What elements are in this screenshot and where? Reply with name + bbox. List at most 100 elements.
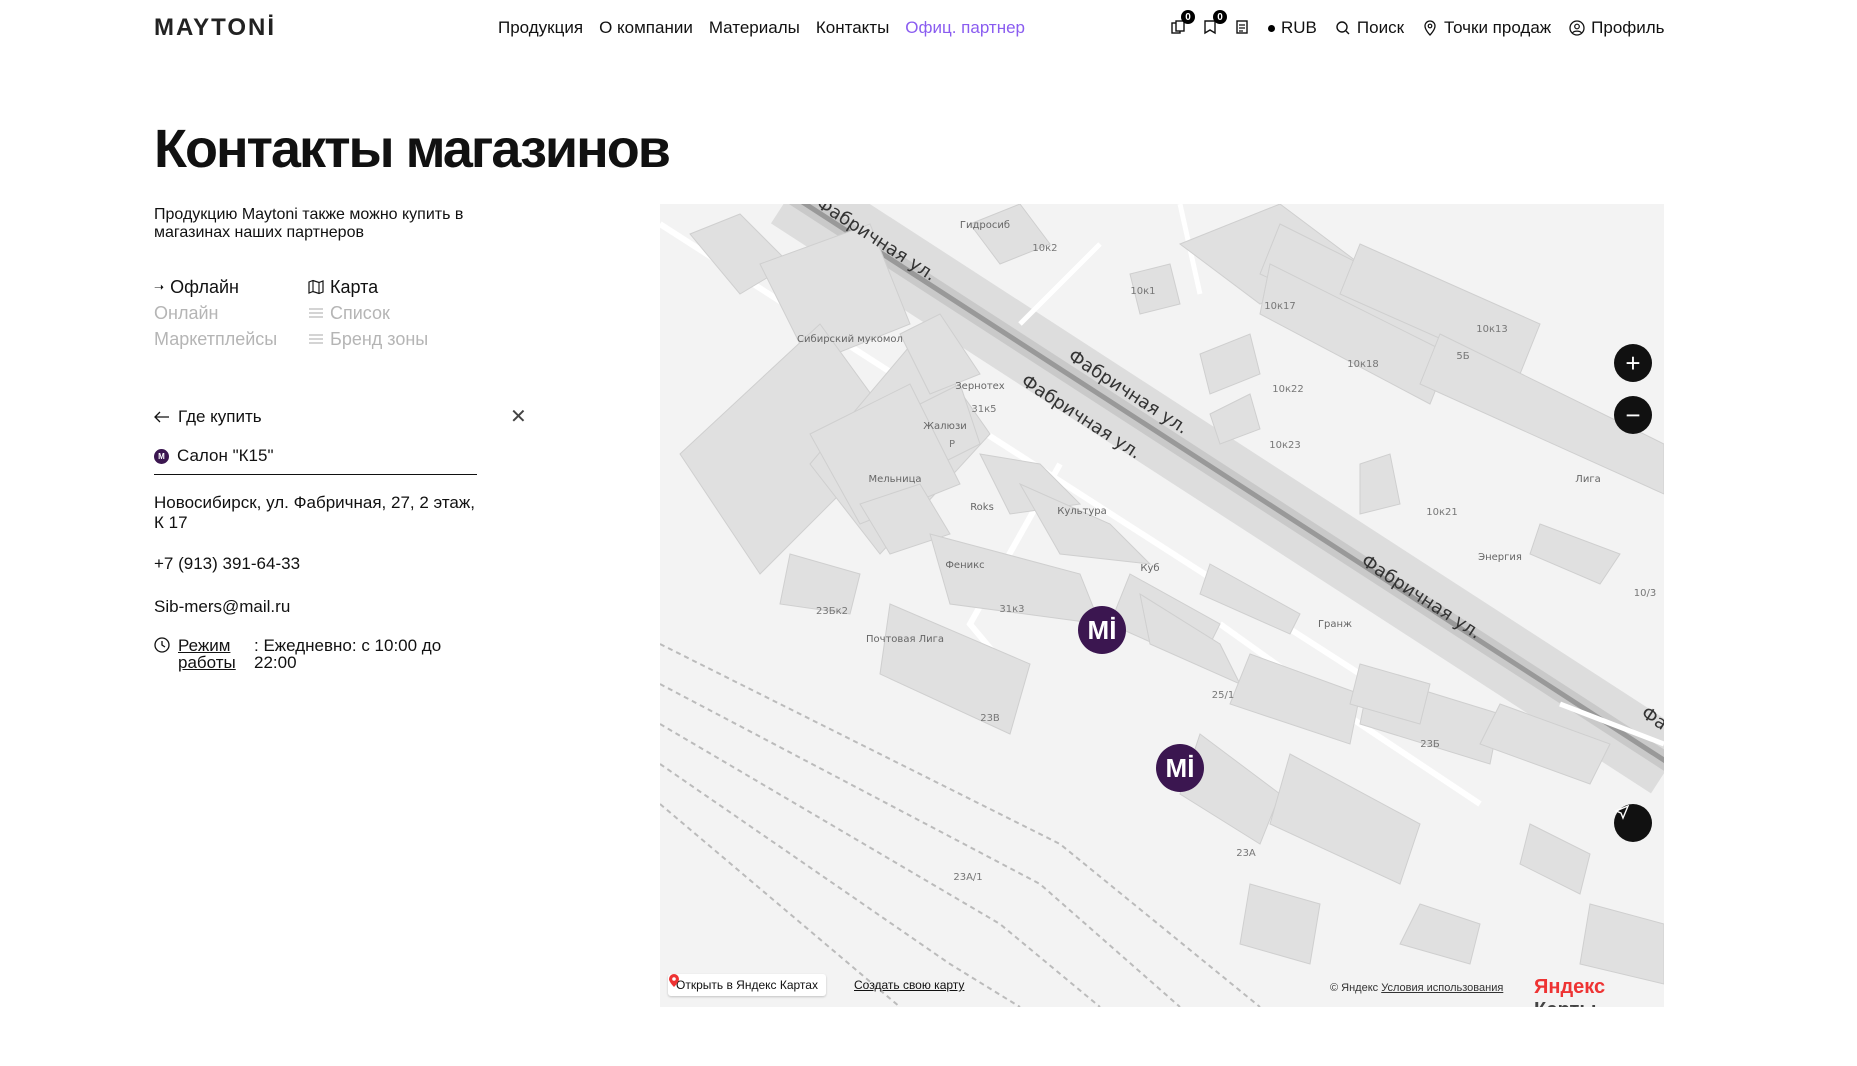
poi-label: Почтовая Лига	[866, 634, 944, 645]
building-number: 10к13	[1476, 324, 1508, 335]
poi-label: Культура	[1057, 506, 1107, 517]
map-copyright: © Яндекс Условия использования	[1330, 982, 1503, 994]
header-icons: 0 0	[1167, 10, 1253, 38]
tab-offline[interactable]: ➝ Офлайн	[154, 274, 277, 300]
poi-label: Зернотех	[955, 381, 1005, 392]
store-hours: Режим работы : Ежедневно: с 10:00 до 22:…	[154, 637, 444, 671]
logo-part-b: Карты	[1534, 999, 1596, 1007]
building-number: 10к22	[1272, 384, 1304, 395]
store-email[interactable]: Sib-mers@mail.ru	[154, 597, 290, 617]
building-number: 10к23	[1269, 440, 1301, 451]
building-number: 10к17	[1264, 301, 1296, 312]
nav-about[interactable]: О компании	[599, 18, 693, 38]
header-right: RUB Поиск Точки продаж Профиль	[1268, 18, 1665, 38]
points-label: Точки продаж	[1444, 18, 1552, 37]
search-icon	[1336, 21, 1350, 35]
list-icon	[309, 308, 323, 318]
map-canvas[interactable]: Фабричная ул. Фабричная ул. Фабричная ул…	[660, 204, 1664, 1007]
tab-brand-zones-label: Бренд зоны	[330, 329, 429, 349]
main-nav: Продукция О компании Материалы Контакты …	[498, 18, 1025, 38]
nav-materials[interactable]: Материалы	[709, 18, 800, 38]
yandex-maps-logo[interactable]: Яндекс Карты	[1534, 976, 1664, 1007]
zoom-out-button[interactable]: −	[1614, 396, 1652, 434]
poi-label: Гранж	[1318, 619, 1352, 630]
nav-contacts[interactable]: Контакты	[816, 18, 889, 38]
store-marker[interactable]: Mİ	[1156, 744, 1204, 792]
store-address: Новосибирск, ул. Фабричная, 27, 2 этаж, …	[154, 493, 475, 532]
building-number: 23А/1	[953, 872, 982, 883]
poi-label: Куб	[1140, 563, 1159, 574]
tab-brand-zones[interactable]: Бренд зоны	[308, 326, 428, 352]
poi-label: Мельница	[868, 474, 921, 485]
tab-list-label: Список	[330, 303, 390, 323]
points-of-sale-link[interactable]: Точки продаж	[1422, 18, 1551, 38]
arrow-right-icon: ➝	[154, 280, 165, 294]
building-number: 23А	[1236, 848, 1256, 859]
nav-products[interactable]: Продукция	[498, 18, 583, 38]
building-number: 23В	[980, 713, 1000, 724]
profile-link[interactable]: Профиль	[1569, 18, 1665, 38]
search-label: Поиск	[1356, 18, 1405, 37]
poi-label: Феникс	[945, 560, 984, 571]
create-map-link[interactable]: Создать свою карту	[854, 978, 964, 992]
tab-online[interactable]: Онлайн	[154, 300, 277, 326]
store-name-field: M Салон "К15"	[154, 446, 477, 475]
page-title: Контакты магазинов	[154, 119, 671, 179]
hours-label: Режим работы	[178, 636, 236, 672]
favorites-badge: 0	[1213, 10, 1227, 24]
list-icon	[309, 334, 323, 344]
hours-value: : Ежедневно: с 10:00 до 22:00	[254, 636, 442, 672]
building-number: 10к21	[1426, 507, 1458, 518]
store-phone[interactable]: +7 (913) 391-64-33	[154, 554, 300, 574]
building-number: Р	[949, 439, 955, 450]
hours-link[interactable]: Режим работы	[154, 637, 254, 671]
tab-list[interactable]: Список	[308, 300, 428, 326]
profile-label: Профиль	[1591, 18, 1665, 37]
favorites-icon[interactable]: 0	[1199, 10, 1227, 38]
building-number: 25/1	[1212, 690, 1234, 701]
building-number: 10к2	[1032, 243, 1057, 254]
tab-offline-label: Офлайн	[170, 277, 239, 297]
poi-label: Энергия	[1478, 552, 1522, 563]
map-pin-icon	[669, 974, 679, 987]
zoom-in-button[interactable]: +	[1614, 344, 1652, 382]
currency-dot-icon	[1268, 24, 1275, 32]
logo[interactable]: MAYTONİ	[154, 14, 276, 42]
store-map[interactable]: Фабричная ул. Фабричная ул. Фабричная ул…	[660, 204, 1664, 1007]
poi-label: Жалюзи	[923, 421, 967, 432]
close-icon[interactable]: ✕	[510, 404, 527, 429]
terms-link[interactable]: Условия использования	[1381, 982, 1503, 994]
building-number: 10к1	[1130, 286, 1155, 297]
back-where-to-buy[interactable]: Где купить	[154, 407, 262, 427]
compare-icon[interactable]: 0	[1167, 10, 1195, 38]
arrow-left-icon	[154, 411, 169, 423]
poi-label: Roks	[970, 502, 994, 513]
poi-label: Сибирский мукомол	[797, 334, 903, 345]
navigation-arrow-icon	[1614, 804, 1630, 820]
tab-map[interactable]: Карта	[308, 274, 428, 300]
store-name: Салон "К15"	[177, 446, 274, 465]
back-label: Где купить	[178, 407, 262, 426]
building-number: 10/3	[1634, 588, 1656, 599]
building-number: 23Б	[1420, 739, 1440, 750]
user-icon	[1569, 20, 1585, 36]
building-number: 31к5	[971, 404, 996, 415]
search-button[interactable]: Поиск	[1335, 18, 1404, 38]
open-in-yandex-button[interactable]: Открыть в Яндекс Картах	[668, 974, 826, 996]
building-number: 5Б	[1456, 351, 1469, 362]
nav-official-partner[interactable]: Офиц. партнер	[905, 18, 1025, 38]
poi-label: Лига	[1575, 474, 1600, 485]
view-tabs: Карта Список Бренд зоны	[308, 274, 428, 352]
type-tabs: ➝ Офлайн Онлайн Маркетплейсы	[154, 274, 277, 352]
geolocation-button[interactable]	[1614, 804, 1652, 842]
cart-list-icon[interactable]	[1231, 16, 1253, 38]
building-number: 10к18	[1347, 359, 1379, 370]
currency-selector[interactable]: RUB	[1268, 18, 1317, 38]
store-marker[interactable]: Mİ	[1078, 606, 1126, 654]
building-number: 31к3	[999, 604, 1024, 615]
poi-label: Гидросиб	[960, 220, 1010, 231]
page-subtitle: Продукцию Maytoni также можно купить в м…	[154, 206, 464, 241]
building-number: 23Бк2	[816, 606, 848, 617]
maytoni-marker-icon: M	[154, 448, 169, 464]
tab-marketplaces[interactable]: Маркетплейсы	[154, 326, 277, 352]
